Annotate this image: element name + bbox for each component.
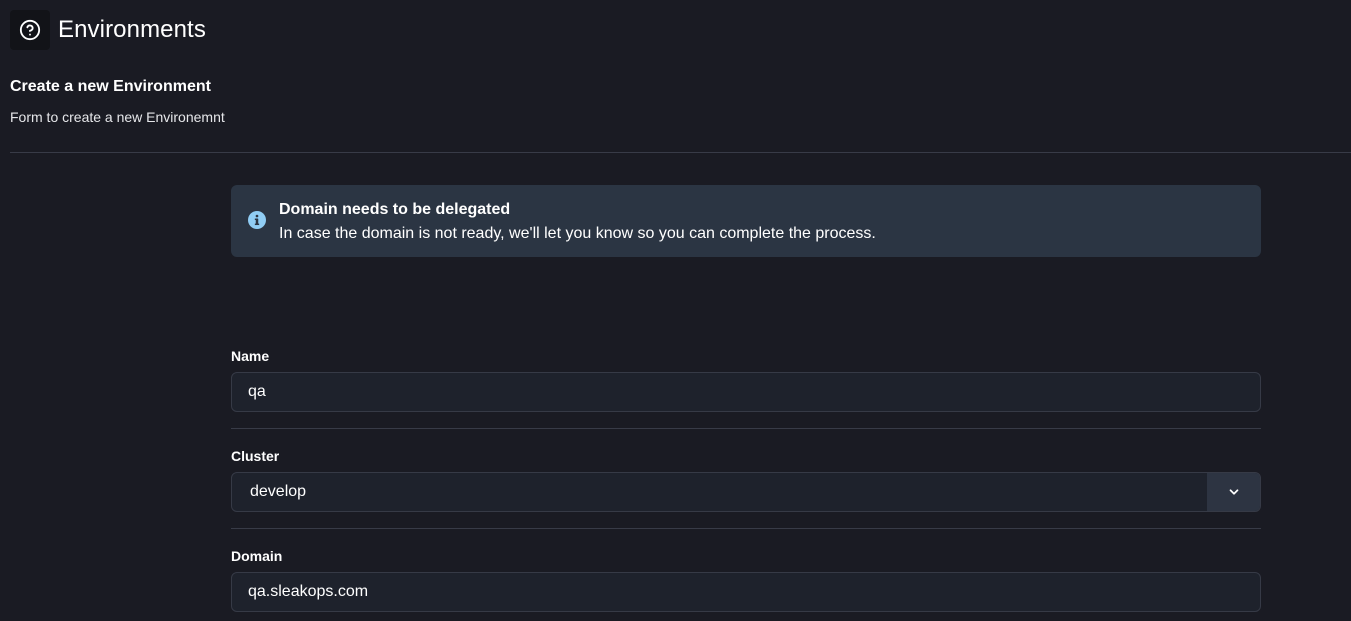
field-divider	[231, 428, 1261, 429]
cluster-select[interactable]: develop	[231, 472, 1261, 512]
domain-input[interactable]	[231, 572, 1261, 612]
page: Environments Create a new Environment Fo…	[0, 0, 1351, 621]
section-description: Form to create a new Environemnt	[10, 109, 225, 125]
domain-field-group: Domain	[231, 548, 1261, 612]
domain-label: Domain	[231, 548, 283, 564]
question-circle-icon	[19, 19, 41, 41]
environment-form: Domain needs to be delegated In case the…	[231, 185, 1261, 621]
cluster-dropdown-toggle[interactable]	[1207, 473, 1260, 511]
cluster-field-group: Cluster develop	[231, 448, 1261, 512]
info-circle-icon	[248, 211, 266, 229]
divider	[10, 152, 1351, 153]
alert-message: In case the domain is not ready, we'll l…	[279, 225, 876, 242]
field-divider	[231, 528, 1261, 529]
help-button[interactable]	[10, 10, 50, 50]
page-header: Environments	[10, 10, 206, 50]
page-title: Environments	[58, 16, 206, 43]
section-title: Create a new Environment	[10, 78, 211, 95]
chevron-down-icon	[1229, 489, 1238, 495]
cluster-label: Cluster	[231, 448, 280, 464]
cluster-selected-value: develop	[250, 483, 307, 500]
name-field-group: Name	[231, 348, 1261, 412]
name-input[interactable]	[231, 372, 1261, 412]
name-label: Name	[231, 348, 270, 364]
alert-title: Domain needs to be delegated	[279, 201, 511, 218]
delegation-alert: Domain needs to be delegated In case the…	[231, 185, 1261, 257]
